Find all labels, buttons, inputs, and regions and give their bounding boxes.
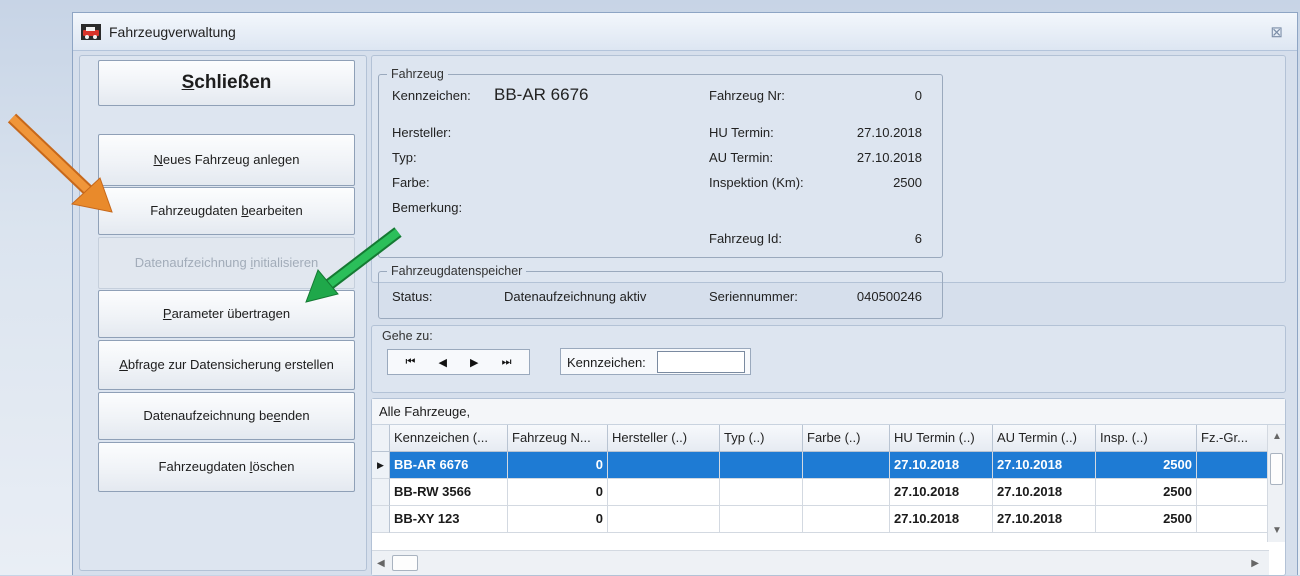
scroll-thumb[interactable] xyxy=(1270,453,1283,485)
storage-legend: Fahrzeugdatenspeicher xyxy=(387,264,527,278)
vehicle-nr-value: 0 xyxy=(914,88,922,103)
row-indicator-icon: ▶ xyxy=(372,452,390,479)
vehicle-grid-panel: Alle Fahrzeuge, Kennzeichen (... Fahrzeu… xyxy=(371,398,1286,576)
close-button[interactable]: Schließen xyxy=(98,60,355,106)
column-header[interactable]: Insp. (..) xyxy=(1096,425,1197,452)
scroll-left-icon[interactable]: ◀ xyxy=(377,558,385,569)
status-value: Datenaufzeichnung aktiv xyxy=(504,289,647,304)
column-header[interactable]: Hersteller (..) xyxy=(608,425,720,452)
car-app-icon xyxy=(81,24,101,40)
kennzeichen-label: Kennzeichen: xyxy=(392,88,471,103)
column-header[interactable]: Fahrzeug N... xyxy=(508,425,608,452)
end-recording-button[interactable]: Datenaufzeichnung beenden xyxy=(98,392,355,440)
column-header[interactable]: AU Termin (..) xyxy=(993,425,1096,452)
typ-label: Typ: xyxy=(392,150,417,165)
hu-value: 27.10.2018 xyxy=(856,125,922,140)
farbe-label: Farbe: xyxy=(392,175,430,190)
new-vehicle-button[interactable]: Neues Fahrzeug anlegen xyxy=(98,134,355,186)
column-header[interactable]: Farbe (..) xyxy=(803,425,890,452)
next-record-icon[interactable]: ▶ xyxy=(470,356,478,369)
column-header[interactable]: Typ (..) xyxy=(720,425,803,452)
column-header[interactable]: HU Termin (..) xyxy=(890,425,993,452)
vehicle-id-label: Fahrzeug Id: xyxy=(709,231,782,246)
column-header[interactable]: Fz.-Gr... xyxy=(1197,425,1269,452)
transfer-parameters-button[interactable]: Parameter übertragen xyxy=(98,290,355,338)
backup-query-button[interactable]: Abfrage zur Datensicherung erstellen xyxy=(98,340,355,390)
goto-legend: Gehe zu: xyxy=(378,329,437,343)
vehicle-id-value: 6 xyxy=(914,231,922,246)
hersteller-label: Hersteller: xyxy=(392,125,452,140)
record-navigator: ⏮ ◀ ▶ ⏭ xyxy=(387,349,530,375)
vehicle-nr-label: Fahrzeug Nr: xyxy=(709,88,785,103)
title-bar: Fahrzeugverwaltung ⊠ xyxy=(73,13,1297,51)
vehicle-group: Fahrzeug Kennzeichen: BB-AR 6676 Fahrzeu… xyxy=(378,67,943,258)
status-label: Status: xyxy=(392,289,433,304)
last-record-icon[interactable]: ⏭ xyxy=(502,356,512,369)
inspection-value: 2500 xyxy=(893,175,922,190)
close-icon[interactable]: ⊠ xyxy=(1270,23,1283,41)
details-panel: Fahrzeug Kennzeichen: BB-AR 6676 Fahrzeu… xyxy=(371,55,1286,319)
hu-label: HU Termin: xyxy=(709,125,774,140)
bemerkung-label: Bemerkung: xyxy=(392,200,463,215)
grid-caption: Alle Fahrzeuge, xyxy=(372,399,1285,425)
action-panel: Schließen Neues Fahrzeug anlegen Fahrzeu… xyxy=(79,55,367,571)
au-label: AU Termin: xyxy=(709,150,774,165)
horizontal-scrollbar[interactable]: ◀ ▶ xyxy=(372,550,1269,575)
goto-panel: Gehe zu: ⏮ ◀ ▶ ⏭ Kennzeichen: xyxy=(371,325,1286,393)
init-recording-button[interactable]: Datenaufzeichnung initialisieren xyxy=(98,237,355,289)
delete-vehicle-button[interactable]: Fahrzeugdaten löschen xyxy=(98,442,355,492)
serial-value: 040500246 xyxy=(856,289,922,304)
hscroll-thumb[interactable] xyxy=(392,555,418,571)
kennzeichen-search-input[interactable] xyxy=(657,351,745,373)
window-title: Fahrzeugverwaltung xyxy=(109,24,236,40)
serial-label: Seriennummer: xyxy=(709,289,798,304)
inspection-label: Inspektion (Km): xyxy=(709,175,804,190)
au-value: 27.10.2018 xyxy=(856,150,922,165)
kennzeichen-search: Kennzeichen: xyxy=(560,348,751,375)
kennzeichen-search-label: Kennzeichen: xyxy=(567,355,646,370)
scroll-up-icon[interactable]: ▲ xyxy=(1272,431,1282,442)
main-window: Fahrzeugverwaltung ⊠ Schließen Neues Fah… xyxy=(72,12,1298,576)
vehicle-legend: Fahrzeug xyxy=(387,67,448,81)
scroll-down-icon[interactable]: ▼ xyxy=(1272,525,1282,536)
vertical-scrollbar[interactable]: ▲ ▼ xyxy=(1267,425,1285,542)
edit-vehicle-button[interactable]: Fahrzeugdaten bearbeiten xyxy=(98,187,355,235)
first-record-icon[interactable]: ⏮ xyxy=(406,356,416,369)
storage-group: Fahrzeugdatenspeicher Status: Datenaufze… xyxy=(378,264,943,319)
kennzeichen-value: BB-AR 6676 xyxy=(494,85,589,104)
column-header[interactable]: Kennzeichen (... xyxy=(390,425,508,452)
scroll-right-icon[interactable]: ▶ xyxy=(1251,558,1259,569)
prev-record-icon[interactable]: ◀ xyxy=(439,356,447,369)
